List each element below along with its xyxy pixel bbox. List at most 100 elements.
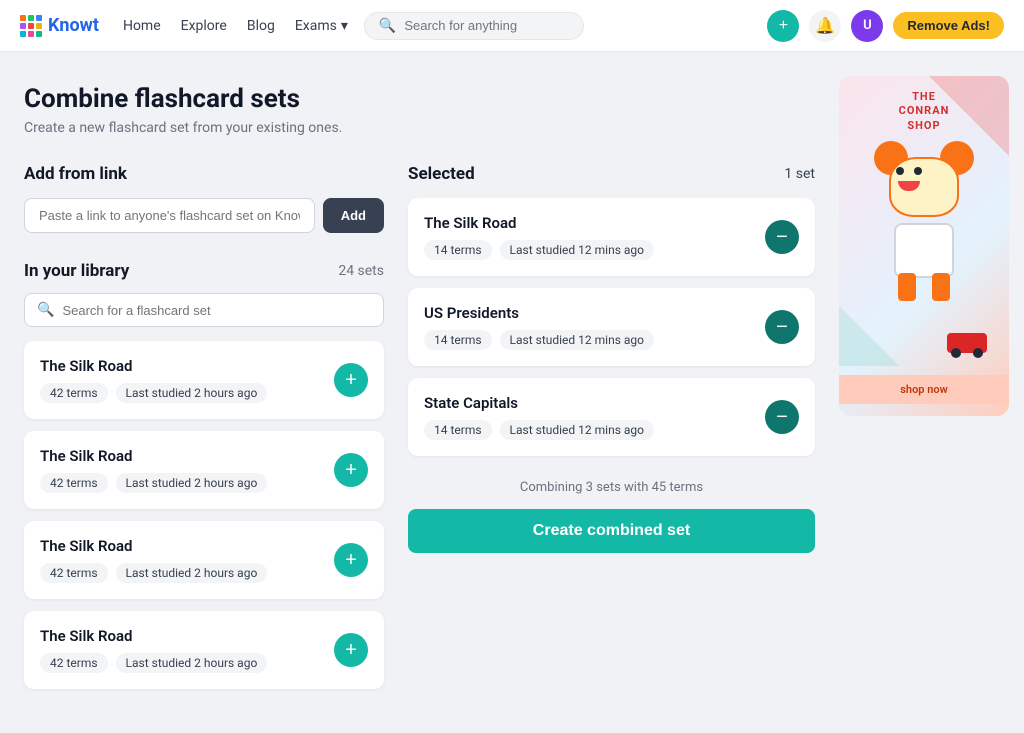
main-content: Combine flashcard sets Create a new flas… xyxy=(0,52,839,733)
last-studied-badge: Last studied 2 hours ago xyxy=(116,563,268,583)
last-studied-badge: Last studied 2 hours ago xyxy=(116,383,268,403)
ad-panel: THE CONRAN SHOP xyxy=(839,76,1009,416)
toy-eye xyxy=(914,167,922,175)
add-button[interactable]: + xyxy=(767,10,799,42)
right-column: Selected 1 set The Silk Road 14 terms La… xyxy=(408,164,815,701)
terms-badge: 42 terms xyxy=(40,473,108,493)
create-combined-button[interactable]: Create combined set xyxy=(408,509,815,553)
card-meta: 42 terms Last studied 2 hours ago xyxy=(40,653,267,673)
card-info: The Silk Road 14 terms Last studied 12 m… xyxy=(424,214,654,260)
card-title: The Silk Road xyxy=(40,447,267,465)
brand-name: Knowt xyxy=(48,15,99,36)
add-to-selected-button[interactable]: + xyxy=(334,633,368,667)
brand-dot xyxy=(20,15,26,21)
card-info: The Silk Road 42 terms Last studied 2 ho… xyxy=(40,357,267,403)
car-wheel xyxy=(951,348,961,358)
brand-dot xyxy=(36,31,42,37)
page-layout: Combine flashcard sets Create a new flas… xyxy=(0,52,1024,733)
search-input[interactable] xyxy=(404,18,569,33)
nav-exams[interactable]: Exams ▾ xyxy=(295,18,348,34)
combine-info: Combining 3 sets with 45 terms xyxy=(408,468,815,509)
page-title: Combine flashcard sets xyxy=(24,84,815,114)
remove-from-selected-button[interactable]: − xyxy=(765,310,799,344)
card-title: The Silk Road xyxy=(424,214,654,232)
link-input-field[interactable] xyxy=(24,198,315,233)
terms-badge: 42 terms xyxy=(40,563,108,583)
card-title: The Silk Road xyxy=(40,357,267,375)
car-body xyxy=(947,333,987,353)
add-to-selected-button[interactable]: + xyxy=(334,453,368,487)
nav-links: Home Explore Blog Exams ▾ xyxy=(123,18,348,34)
brand-dot xyxy=(36,15,42,21)
selected-count: 1 set xyxy=(784,166,815,182)
card-info: The Silk Road 42 terms Last studied 2 ho… xyxy=(40,627,267,673)
brand-logo[interactable]: Knowt xyxy=(20,15,99,37)
toy-face xyxy=(896,167,922,175)
ad-toy xyxy=(874,141,974,301)
selected-card: US Presidents 14 terms Last studied 12 m… xyxy=(408,288,815,366)
page-subtitle: Create a new flashcard set from your exi… xyxy=(24,120,815,136)
toy-leg-left xyxy=(898,273,916,301)
avatar[interactable]: U xyxy=(851,10,883,42)
library-card: The Silk Road 42 terms Last studied 2 ho… xyxy=(24,521,384,599)
ad-shop-now[interactable]: shop now xyxy=(839,375,1009,404)
brand-icon xyxy=(20,15,42,37)
brand-dot xyxy=(20,23,26,29)
add-to-selected-button[interactable]: + xyxy=(334,543,368,577)
nav-search-bar[interactable]: 🔍 xyxy=(364,12,584,40)
ad-visual xyxy=(853,141,995,361)
library-search-bar[interactable]: 🔍 xyxy=(24,293,384,327)
remove-from-selected-button[interactable]: − xyxy=(765,220,799,254)
library-card: The Silk Road 42 terms Last studied 2 ho… xyxy=(24,431,384,509)
nav-right: + 🔔 U Remove Ads! xyxy=(767,10,1004,42)
brand-dot xyxy=(20,31,26,37)
selected-card: State Capitals 14 terms Last studied 12 … xyxy=(408,378,815,456)
brand-dot xyxy=(28,31,34,37)
library-card: The Silk Road 42 terms Last studied 2 ho… xyxy=(24,341,384,419)
add-to-selected-button[interactable]: + xyxy=(334,363,368,397)
library-search-input[interactable] xyxy=(62,303,371,318)
nav-blog[interactable]: Blog xyxy=(247,18,275,34)
card-title: The Silk Road xyxy=(40,537,267,555)
chevron-down-icon: ▾ xyxy=(341,18,348,34)
navbar: Knowt Home Explore Blog Exams ▾ 🔍 + 🔔 U … xyxy=(0,0,1024,52)
terms-badge: 14 terms xyxy=(424,420,492,440)
remove-ads-button[interactable]: Remove Ads! xyxy=(893,12,1004,39)
last-studied-badge: Last studied 2 hours ago xyxy=(116,653,268,673)
library-card: The Silk Road 42 terms Last studied 2 ho… xyxy=(24,611,384,689)
add-from-link-title: Add from link xyxy=(24,164,384,184)
card-meta: 42 terms Last studied 2 hours ago xyxy=(40,383,267,403)
brand-dot xyxy=(28,15,34,21)
card-meta: 14 terms Last studied 12 mins ago xyxy=(424,330,654,350)
card-title: State Capitals xyxy=(424,394,654,412)
last-studied-badge: Last studied 12 mins ago xyxy=(500,330,654,350)
two-column-layout: Add from link Add In your library 24 set… xyxy=(24,164,815,701)
ad-sidebar: THE CONRAN SHOP xyxy=(839,52,1024,733)
terms-badge: 42 terms xyxy=(40,653,108,673)
card-info: The Silk Road 42 terms Last studied 2 ho… xyxy=(40,447,267,493)
library-header: In your library 24 sets xyxy=(24,261,384,281)
card-info: The Silk Road 42 terms Last studied 2 ho… xyxy=(40,537,267,583)
toy-eye xyxy=(896,167,904,175)
card-meta: 42 terms Last studied 2 hours ago xyxy=(40,563,267,583)
card-title: The Silk Road xyxy=(40,627,267,645)
ad-toy-car xyxy=(947,333,987,353)
search-icon: 🔍 xyxy=(379,18,396,34)
selected-header: Selected 1 set xyxy=(408,164,815,184)
card-meta: 14 terms Last studied 12 mins ago xyxy=(424,420,654,440)
left-column: Add from link Add In your library 24 set… xyxy=(24,164,384,701)
brand-dot xyxy=(36,23,42,29)
last-studied-badge: Last studied 2 hours ago xyxy=(116,473,268,493)
toy-body xyxy=(894,223,954,278)
card-meta: 14 terms Last studied 12 mins ago xyxy=(424,240,654,260)
last-studied-badge: Last studied 12 mins ago xyxy=(500,240,654,260)
selected-title: Selected xyxy=(408,164,475,184)
add-link-button[interactable]: Add xyxy=(323,198,384,233)
nav-explore[interactable]: Explore xyxy=(181,18,227,34)
notifications-button[interactable]: 🔔 xyxy=(809,10,841,42)
last-studied-badge: Last studied 12 mins ago xyxy=(500,420,654,440)
remove-from-selected-button[interactable]: − xyxy=(765,400,799,434)
search-icon: 🔍 xyxy=(37,302,54,318)
library-count: 24 sets xyxy=(338,263,384,279)
nav-home[interactable]: Home xyxy=(123,18,161,34)
